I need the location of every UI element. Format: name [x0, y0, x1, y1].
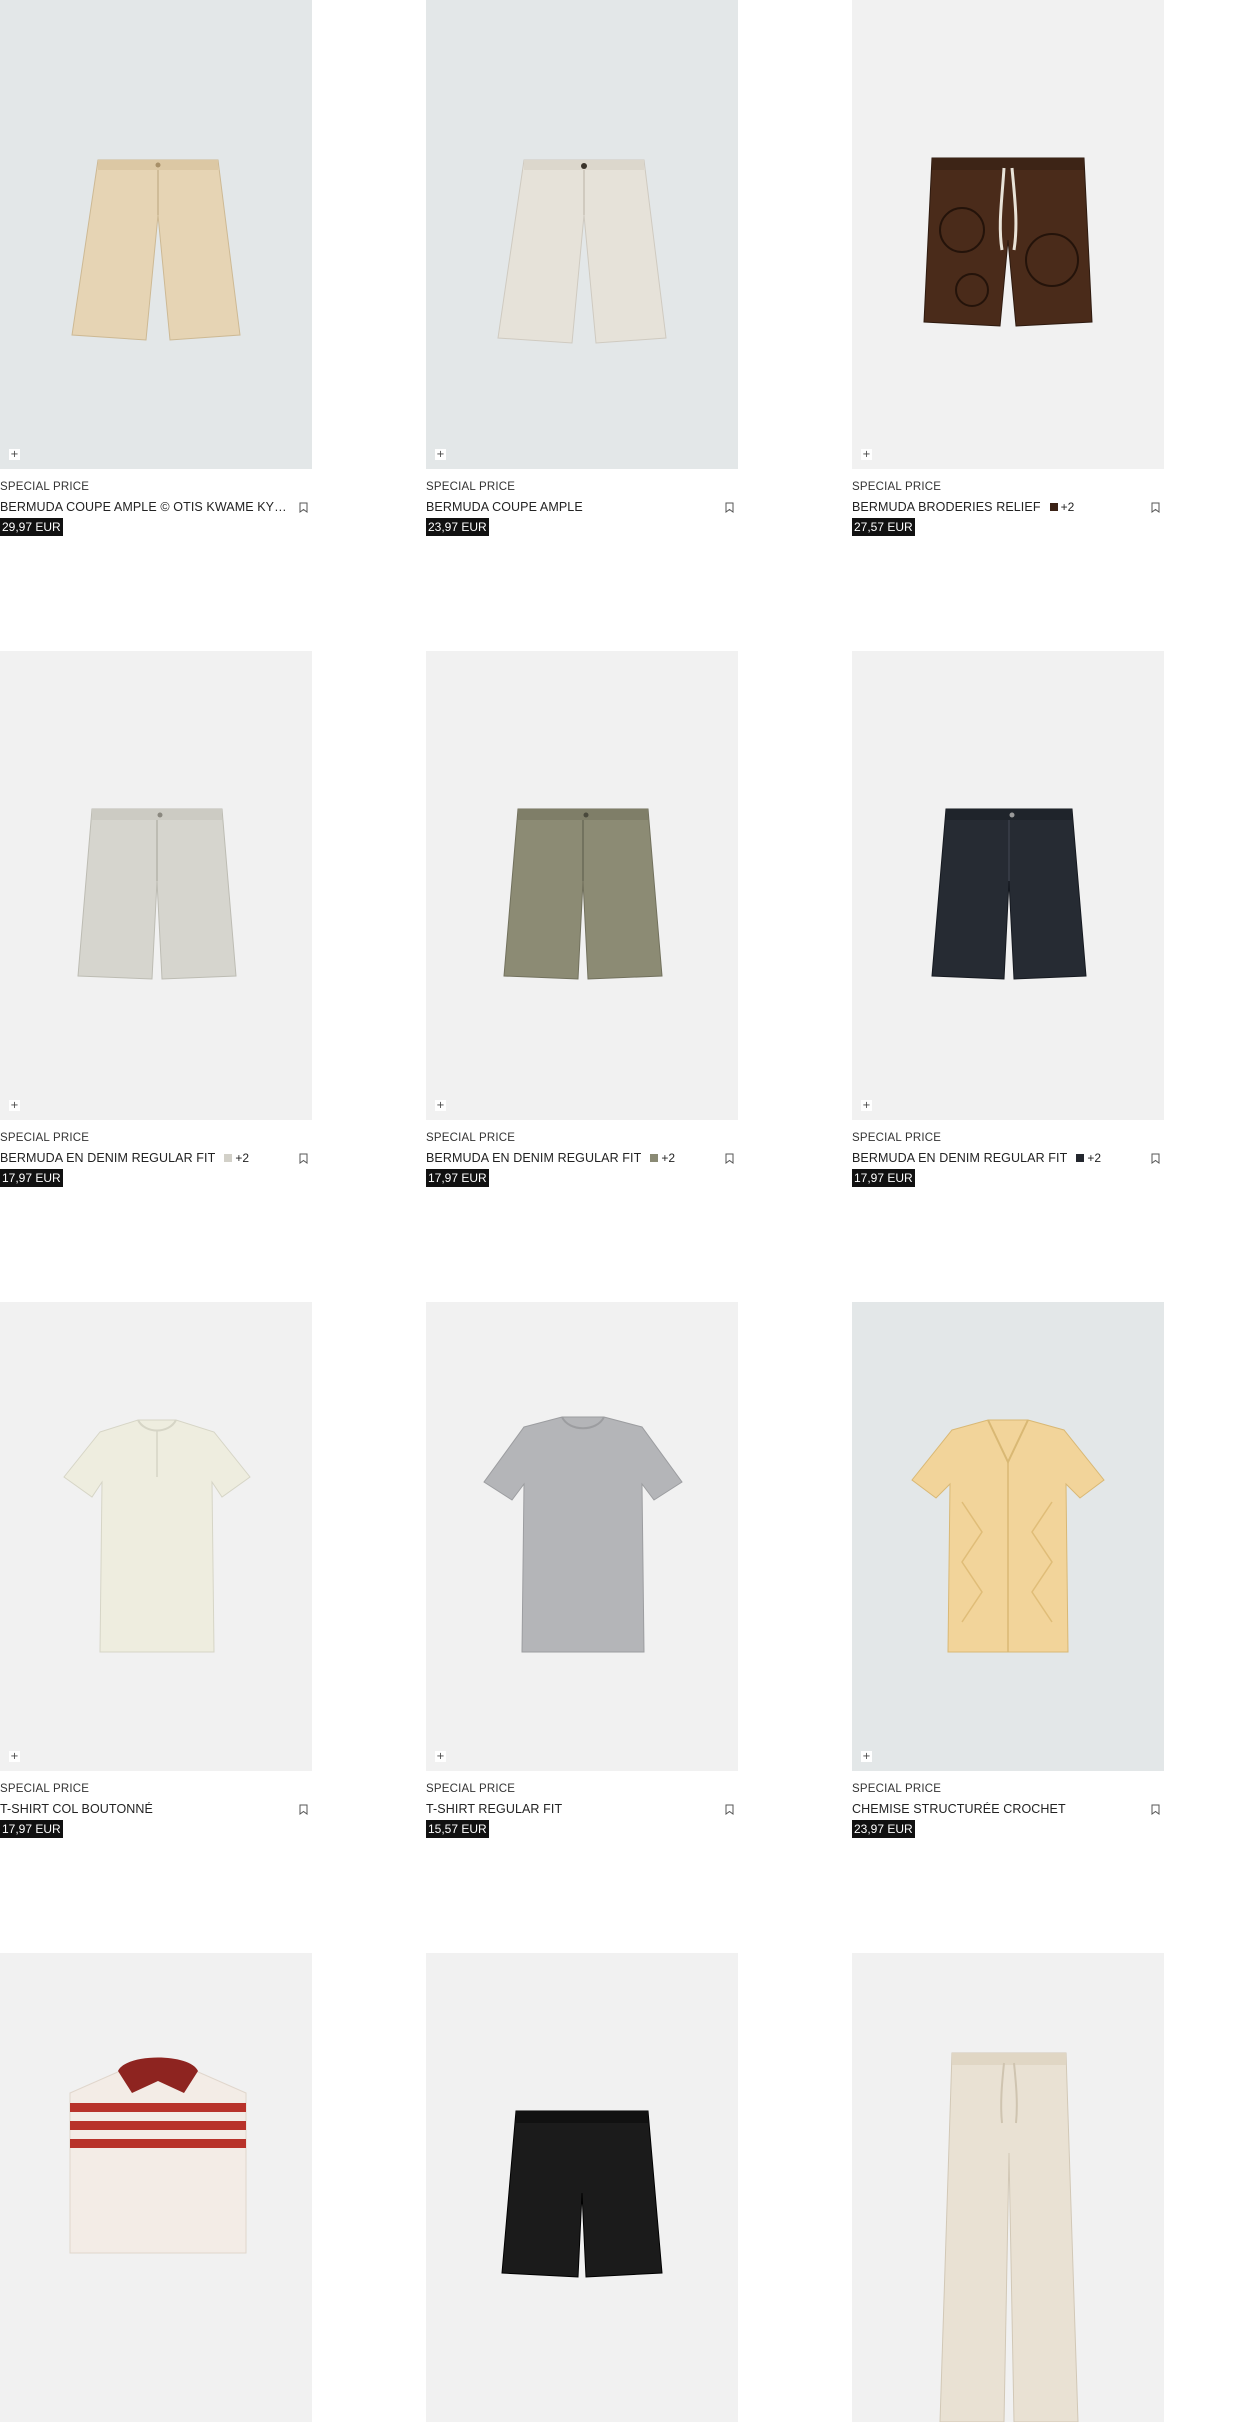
product-card[interactable]: + SPECIAL PRICE CHEMISE STRUCTURÉE CROCH… — [852, 1302, 1164, 1841]
product-card[interactable]: + SPECIAL PRICE BERMUDA COUPE AMPLE 23,9… — [426, 0, 738, 539]
product-image[interactable] — [852, 1953, 1164, 2422]
color-swatch[interactable] — [1076, 1154, 1085, 1162]
product-image[interactable]: + — [852, 0, 1164, 469]
more-colors-count[interactable]: +2 — [235, 1151, 249, 1165]
special-price-label: SPECIAL PRICE — [0, 481, 90, 493]
product-card[interactable]: + SPECIAL PRICE BERMUDA EN DENIM REGULAR… — [426, 651, 738, 1190]
product-price: 17,97 EUR — [0, 1820, 63, 1838]
product-name[interactable]: T-SHIRT COL BOUTONNÉ — [0, 1802, 153, 1816]
bookmark-icon[interactable] — [725, 502, 734, 513]
add-to-cart-button[interactable]: + — [9, 1100, 20, 1111]
product-card[interactable]: + SPECIAL PRICE BERMUDA EN DENIM REGULAR… — [0, 651, 312, 1190]
special-price-label: SPECIAL PRICE — [426, 481, 516, 493]
product-name[interactable]: T-SHIRT REGULAR FIT — [426, 1802, 562, 1816]
product-image[interactable]: + — [426, 1302, 738, 1771]
ecru-wide-bermuda-shorts-illustration — [497, 159, 667, 344]
product-card[interactable] — [852, 1953, 1164, 2422]
product-name-row[interactable]: T-SHIRT COL BOUTONNÉ — [0, 1802, 290, 1816]
product-name[interactable]: BERMUDA EN DENIM REGULAR FIT — [0, 1151, 215, 1165]
product-name-row[interactable]: BERMUDA EN DENIM REGULAR FIT +2 — [0, 1151, 290, 1165]
red-striped-polo-shirt-illustration — [69, 2057, 247, 2254]
bookmark-icon[interactable] — [299, 1153, 308, 1164]
product-price: 27,57 EUR — [852, 518, 915, 536]
product-price: 17,97 EUR — [0, 1169, 63, 1187]
navy-denim-shorts-illustration — [931, 808, 1087, 980]
khaki-denim-shorts-illustration — [503, 808, 663, 980]
product-name[interactable]: BERMUDA BRODERIES RELIEF — [852, 500, 1041, 514]
product-name-row[interactable]: CHEMISE STRUCTURÉE CROCHET — [852, 1802, 1142, 1816]
product-image[interactable]: + — [852, 651, 1164, 1120]
more-colors-count[interactable]: +2 — [1061, 500, 1075, 514]
special-price-label: SPECIAL PRICE — [852, 481, 942, 493]
more-colors-count[interactable]: +2 — [661, 1151, 675, 1165]
yellow-crochet-shirt-illustration — [911, 1419, 1105, 1653]
bookmark-icon[interactable] — [299, 1804, 308, 1815]
product-card[interactable]: + SPECIAL PRICE T-SHIRT REGULAR FIT 15,5… — [426, 1302, 738, 1841]
bookmark-icon[interactable] — [725, 1804, 734, 1815]
product-name-row[interactable]: T-SHIRT REGULAR FIT — [426, 1802, 716, 1816]
light-grey-denim-shorts-illustration — [77, 808, 237, 980]
product-name-row[interactable]: BERMUDA COUPE AMPLE — [426, 500, 716, 514]
product-image[interactable]: + — [426, 0, 738, 469]
product-card[interactable] — [0, 1953, 312, 2422]
product-image[interactable] — [0, 1953, 312, 2422]
product-card[interactable] — [426, 1953, 738, 2422]
more-colors-count[interactable]: +2 — [1087, 1151, 1101, 1165]
product-name[interactable]: BERMUDA COUPE AMPLE — [426, 500, 583, 514]
special-price-label: SPECIAL PRICE — [0, 1783, 90, 1795]
product-name[interactable]: CHEMISE STRUCTURÉE CROCHET — [852, 1802, 1066, 1816]
bookmark-icon[interactable] — [299, 502, 308, 513]
bookmark-icon[interactable] — [1151, 502, 1160, 513]
product-image[interactable]: + — [0, 1302, 312, 1771]
add-to-cart-button[interactable]: + — [9, 449, 20, 460]
product-name[interactable]: BERMUDA COUPE AMPLE © OTIS KWAME KYE... — [0, 500, 290, 514]
product-card[interactable]: + SPECIAL PRICE BERMUDA BRODERIES RELIEF… — [852, 0, 1164, 539]
off-white-henley-tshirt-illustration — [63, 1419, 251, 1653]
product-image[interactable]: + — [0, 0, 312, 469]
product-price: 17,97 EUR — [852, 1169, 915, 1187]
product-name-row[interactable]: BERMUDA EN DENIM REGULAR FIT +2 — [426, 1151, 716, 1165]
product-price: 17,97 EUR — [426, 1169, 489, 1187]
color-swatch[interactable] — [650, 1154, 659, 1162]
add-to-cart-button[interactable]: + — [435, 1751, 446, 1762]
add-to-cart-button[interactable]: + — [861, 1751, 872, 1762]
product-image[interactable] — [426, 1953, 738, 2422]
special-price-label: SPECIAL PRICE — [426, 1783, 516, 1795]
beige-wide-bermuda-shorts-illustration — [71, 159, 241, 341]
bookmark-icon[interactable] — [1151, 1804, 1160, 1815]
special-price-label: SPECIAL PRICE — [852, 1132, 942, 1144]
product-price: 23,97 EUR — [852, 1820, 915, 1838]
product-price: 23,97 EUR — [426, 518, 489, 536]
add-to-cart-button[interactable]: + — [435, 449, 446, 460]
product-price: 15,57 EUR — [426, 1820, 489, 1838]
product-name-row[interactable]: BERMUDA BRODERIES RELIEF +2 — [852, 500, 1142, 514]
black-drawstring-shorts-illustration — [501, 2110, 663, 2278]
special-price-label: SPECIAL PRICE — [426, 1132, 516, 1144]
bookmark-icon[interactable] — [725, 1153, 734, 1164]
product-name[interactable]: BERMUDA EN DENIM REGULAR FIT — [426, 1151, 641, 1165]
product-card[interactable]: + SPECIAL PRICE BERMUDA EN DENIM REGULAR… — [852, 651, 1164, 1190]
product-image[interactable]: + — [426, 651, 738, 1120]
product-image[interactable]: + — [852, 1302, 1164, 1771]
add-to-cart-button[interactable]: + — [435, 1100, 446, 1111]
special-price-label: SPECIAL PRICE — [852, 1783, 942, 1795]
add-to-cart-button[interactable]: + — [9, 1751, 20, 1762]
add-to-cart-button[interactable]: + — [861, 1100, 872, 1111]
product-image[interactable]: + — [0, 651, 312, 1120]
product-card[interactable]: + SPECIAL PRICE BERMUDA COUPE AMPLE © OT… — [0, 0, 312, 539]
grey-regular-tshirt-illustration — [483, 1416, 683, 1653]
product-name[interactable]: BERMUDA EN DENIM REGULAR FIT — [852, 1151, 1067, 1165]
cream-drawstring-trousers-illustration — [939, 2052, 1079, 2422]
add-to-cart-button[interactable]: + — [861, 449, 872, 460]
product-price: 29,97 EUR — [0, 518, 63, 536]
bookmark-icon[interactable] — [1151, 1153, 1160, 1164]
product-card[interactable]: + SPECIAL PRICE T-SHIRT COL BOUTONNÉ 17,… — [0, 1302, 312, 1841]
special-price-label: SPECIAL PRICE — [0, 1132, 90, 1144]
product-name-row[interactable]: BERMUDA COUPE AMPLE © OTIS KWAME KYE... — [0, 500, 290, 514]
brown-embroidered-drawstring-shorts-illustration — [923, 157, 1093, 327]
color-swatch[interactable] — [224, 1154, 233, 1162]
product-name-row[interactable]: BERMUDA EN DENIM REGULAR FIT +2 — [852, 1151, 1142, 1165]
color-swatch[interactable] — [1049, 503, 1058, 511]
